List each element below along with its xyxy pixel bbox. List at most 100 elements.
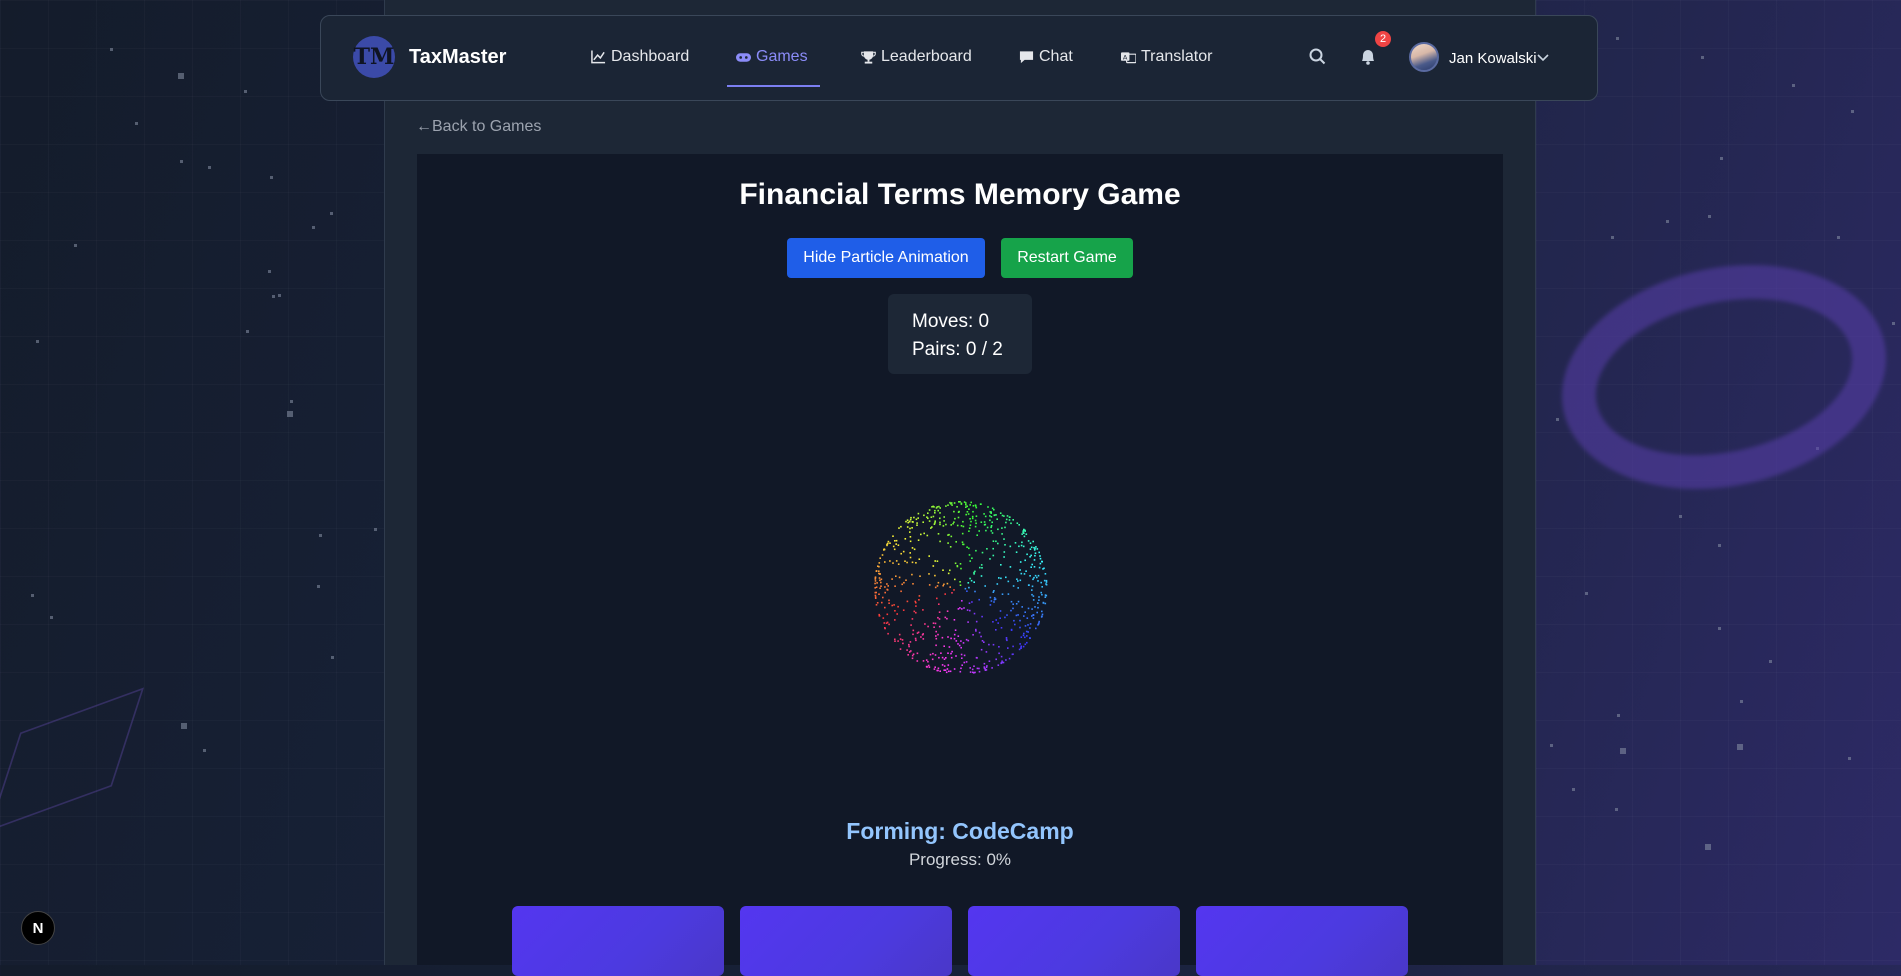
particle — [936, 597, 938, 600]
particle — [947, 504, 949, 506]
particle — [989, 596, 992, 599]
game-area: Financial Terms Memory Game Hide Particl… — [417, 154, 1503, 976]
particle — [968, 527, 971, 529]
particle — [915, 605, 917, 607]
particle — [926, 666, 928, 668]
particle — [965, 513, 967, 516]
particle — [883, 548, 886, 551]
particle — [991, 521, 993, 524]
particle — [1001, 514, 1004, 517]
progress-label: Progress: 0% — [908, 850, 1012, 869]
nav-item-chat[interactable]: Chat — [1019, 48, 1073, 66]
particle — [939, 523, 941, 526]
particle — [1023, 573, 1026, 575]
particle — [929, 653, 932, 656]
particle — [884, 606, 886, 609]
chevron-down-icon[interactable] — [1537, 52, 1549, 62]
particle — [893, 548, 896, 551]
particle — [1018, 524, 1020, 526]
particle — [1029, 623, 1032, 625]
particle — [1006, 515, 1009, 517]
particle — [944, 669, 947, 671]
user-name[interactable]: Jan Kowalski — [1449, 50, 1537, 67]
particle — [995, 629, 997, 631]
brand-name[interactable]: TaxMaster — [409, 46, 506, 69]
particle — [1038, 566, 1041, 569]
particle — [1018, 545, 1020, 548]
back-to-games-link[interactable]: ←Back to Games — [416, 118, 541, 136]
nav-item-leaderboard[interactable]: Leaderboard — [861, 48, 972, 66]
particle — [960, 667, 962, 670]
nav-item-dashboard[interactable]: Dashboard — [591, 48, 689, 66]
particle — [898, 633, 901, 636]
particle — [992, 621, 994, 623]
memory-card[interactable] — [740, 906, 952, 976]
particle — [894, 540, 896, 542]
dev-tools-button[interactable]: N — [21, 911, 55, 945]
particle — [975, 515, 978, 517]
particle — [875, 586, 878, 588]
particle — [920, 636, 922, 638]
particle — [922, 609, 924, 611]
particle — [910, 516, 912, 519]
particle — [973, 581, 975, 583]
particle — [1006, 614, 1008, 616]
logo[interactable]: TM — [353, 36, 395, 78]
particle — [991, 667, 993, 669]
particle — [934, 586, 937, 589]
particle — [984, 585, 986, 587]
particle — [966, 546, 968, 548]
particle — [934, 574, 936, 577]
particle — [953, 502, 956, 504]
particle — [985, 651, 988, 653]
particle — [960, 646, 962, 649]
memory-card[interactable] — [1196, 906, 1408, 976]
nav-item-games[interactable]: Games — [736, 48, 808, 66]
memory-card[interactable] — [968, 906, 1180, 976]
particle — [957, 643, 959, 645]
particle — [1036, 611, 1038, 614]
bell-icon[interactable] — [1357, 46, 1379, 68]
chat-icon — [1019, 51, 1034, 64]
particle — [933, 523, 936, 525]
particle — [984, 523, 987, 526]
particle — [912, 633, 914, 636]
particle — [889, 542, 891, 544]
particle — [883, 622, 886, 624]
particle — [1026, 635, 1028, 637]
restart-game-button[interactable]: Restart Game — [1001, 238, 1133, 278]
particle — [966, 609, 969, 611]
particle — [973, 672, 975, 674]
particle — [953, 637, 956, 640]
svg-text:A: A — [1123, 53, 1128, 61]
particle — [943, 583, 945, 586]
particle — [878, 562, 881, 564]
logo-text: TM — [353, 44, 395, 70]
avatar[interactable] — [1409, 42, 1439, 72]
particle — [991, 507, 994, 510]
particle — [948, 670, 950, 673]
particle — [1010, 522, 1012, 525]
hide-particle-animation-button[interactable]: Hide Particle Animation — [787, 238, 985, 278]
memory-card[interactable] — [512, 906, 724, 976]
particle — [961, 608, 963, 610]
particle — [907, 521, 909, 524]
particle — [967, 513, 970, 515]
particle — [874, 580, 877, 582]
search-icon[interactable] — [1307, 46, 1329, 68]
particle — [995, 514, 997, 516]
particle — [937, 667, 940, 670]
particle — [946, 617, 948, 620]
particle — [888, 602, 890, 604]
particle — [999, 617, 1001, 619]
particle — [886, 613, 889, 616]
particle — [1024, 643, 1027, 646]
particle — [1021, 541, 1023, 544]
particle — [915, 611, 917, 614]
particle — [986, 526, 989, 529]
nav-item-translator[interactable]: A Translator — [1121, 48, 1212, 66]
particle — [949, 586, 951, 588]
particle — [887, 540, 890, 543]
particle — [950, 652, 952, 655]
particle — [946, 582, 949, 585]
